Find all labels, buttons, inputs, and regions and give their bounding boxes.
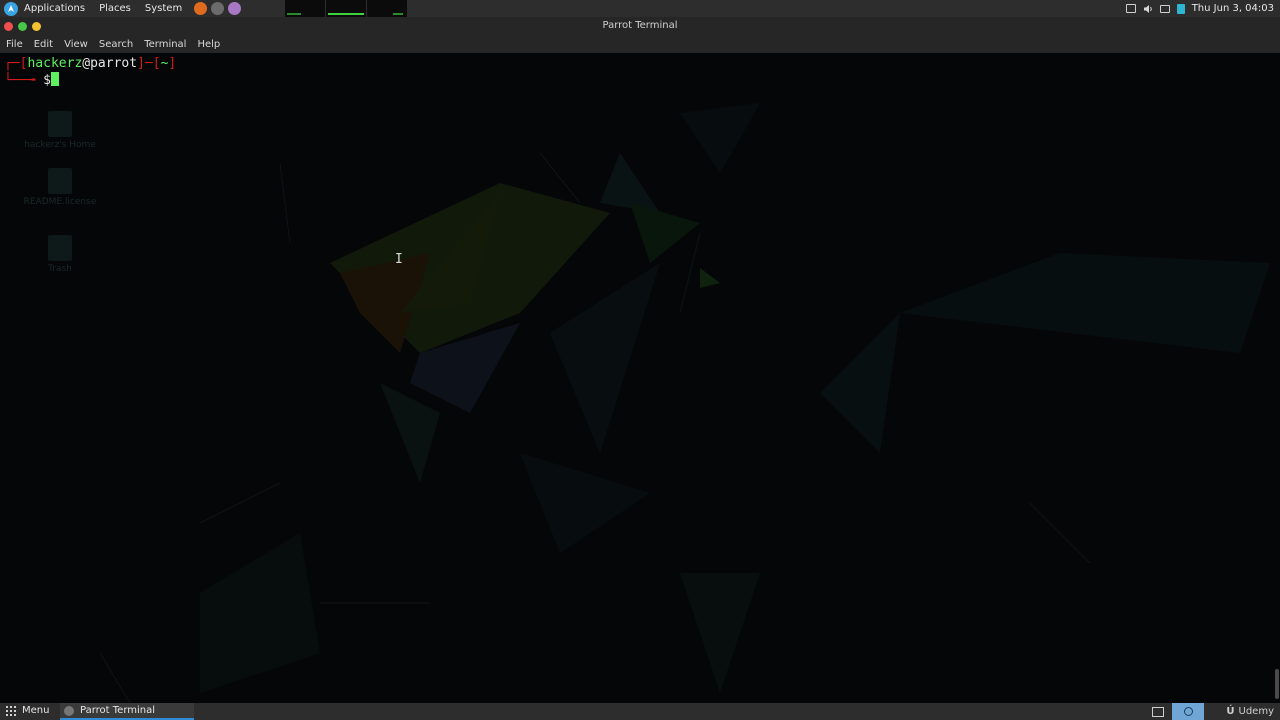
- desktop-icon-label: Trash: [48, 264, 72, 274]
- trash-icon: [48, 235, 72, 261]
- udemy-label: Udemy: [1238, 706, 1274, 717]
- terminal-area[interactable]: hackerz's Home README.license Trash ┌─[h…: [0, 53, 1280, 703]
- prompt-frame: ]: [168, 56, 177, 71]
- desktop-icon-readme[interactable]: README.license: [20, 168, 100, 207]
- desktop-icon-trash[interactable]: Trash: [20, 235, 100, 274]
- system-tray: Thu Jun 3, 04:03: [1125, 0, 1274, 17]
- taskbar-item-terminal[interactable]: Parrot Terminal: [60, 703, 194, 720]
- firefox-icon[interactable]: [194, 2, 208, 15]
- main-menu-label: Menu: [22, 705, 50, 716]
- menu-terminal[interactable]: Terminal: [144, 39, 186, 50]
- prompt-frame: ┌─[: [4, 56, 28, 71]
- prompt-frame: └──╼: [4, 73, 44, 88]
- display-icon[interactable]: [1159, 4, 1170, 13]
- menu-file[interactable]: File: [6, 39, 23, 50]
- shell-prompt: ┌─[hackerz@parrot]─[~] └──╼ $: [4, 55, 176, 89]
- desktop-icon-label: hackerz's Home: [24, 140, 96, 150]
- workspace-2[interactable]: [326, 0, 366, 17]
- prompt-at: @: [82, 56, 91, 71]
- menubar: File Edit View Search Terminal Help: [0, 36, 1280, 53]
- desktop-icon-home[interactable]: hackerz's Home: [20, 111, 100, 150]
- show-desktop-button[interactable]: [1172, 703, 1205, 720]
- prompt-host: parrot: [90, 56, 138, 71]
- prompt-symbol: $: [43, 73, 51, 88]
- bottom-panel: Menu Parrot Terminal Ú Udemy: [0, 703, 1280, 720]
- keyboard-icon[interactable]: [1125, 4, 1136, 13]
- window-titlebar[interactable]: Parrot Terminal: [0, 17, 1280, 36]
- workspace-switcher-icon[interactable]: [1152, 706, 1165, 717]
- bottom-tray: Ú Udemy: [1152, 703, 1280, 720]
- desktop-icon-label: README.license: [23, 197, 97, 207]
- system-menu[interactable]: System: [145, 3, 182, 14]
- text-cursor: [50, 72, 59, 86]
- udemy-logo-icon: Ú: [1226, 706, 1235, 717]
- home-folder-icon: [48, 111, 72, 137]
- clock[interactable]: Thu Jun 3, 04:03: [1192, 3, 1274, 14]
- workspace-3[interactable]: [367, 0, 407, 17]
- terminal-icon[interactable]: [211, 2, 225, 15]
- terminal-icon: [64, 705, 74, 716]
- parrot-wallpaper: [99, 103, 1270, 703]
- ibeam-cursor-icon: I: [395, 252, 403, 267]
- menu-view[interactable]: View: [64, 39, 88, 50]
- prompt-user: hackerz: [27, 56, 83, 71]
- parrot-logo-icon[interactable]: [4, 1, 18, 16]
- taskbar-item-label: Parrot Terminal: [80, 705, 156, 716]
- window-title: Parrot Terminal: [602, 20, 678, 31]
- menu-grid-icon: [6, 705, 16, 716]
- document-icon: [48, 168, 72, 194]
- main-menu-button[interactable]: Menu: [6, 705, 49, 716]
- scrollbar[interactable]: [1275, 669, 1279, 699]
- top-panel: Applications Places System Thu Jun 3, 04…: [0, 0, 1280, 17]
- applications-menu[interactable]: Applications: [24, 3, 85, 14]
- menu-edit[interactable]: Edit: [34, 39, 53, 50]
- bluetooth-icon[interactable]: [1176, 3, 1185, 14]
- menu-search[interactable]: Search: [99, 39, 133, 50]
- menu-help[interactable]: Help: [197, 39, 220, 50]
- desktop-icon: [1183, 707, 1193, 716]
- places-menu[interactable]: Places: [99, 3, 131, 14]
- udemy-watermark: Ú Udemy: [1226, 706, 1274, 717]
- workspace-1[interactable]: [285, 0, 325, 17]
- text-editor-icon[interactable]: [228, 2, 242, 15]
- volume-icon[interactable]: [1143, 4, 1153, 14]
- prompt-frame: ]─[: [137, 56, 161, 71]
